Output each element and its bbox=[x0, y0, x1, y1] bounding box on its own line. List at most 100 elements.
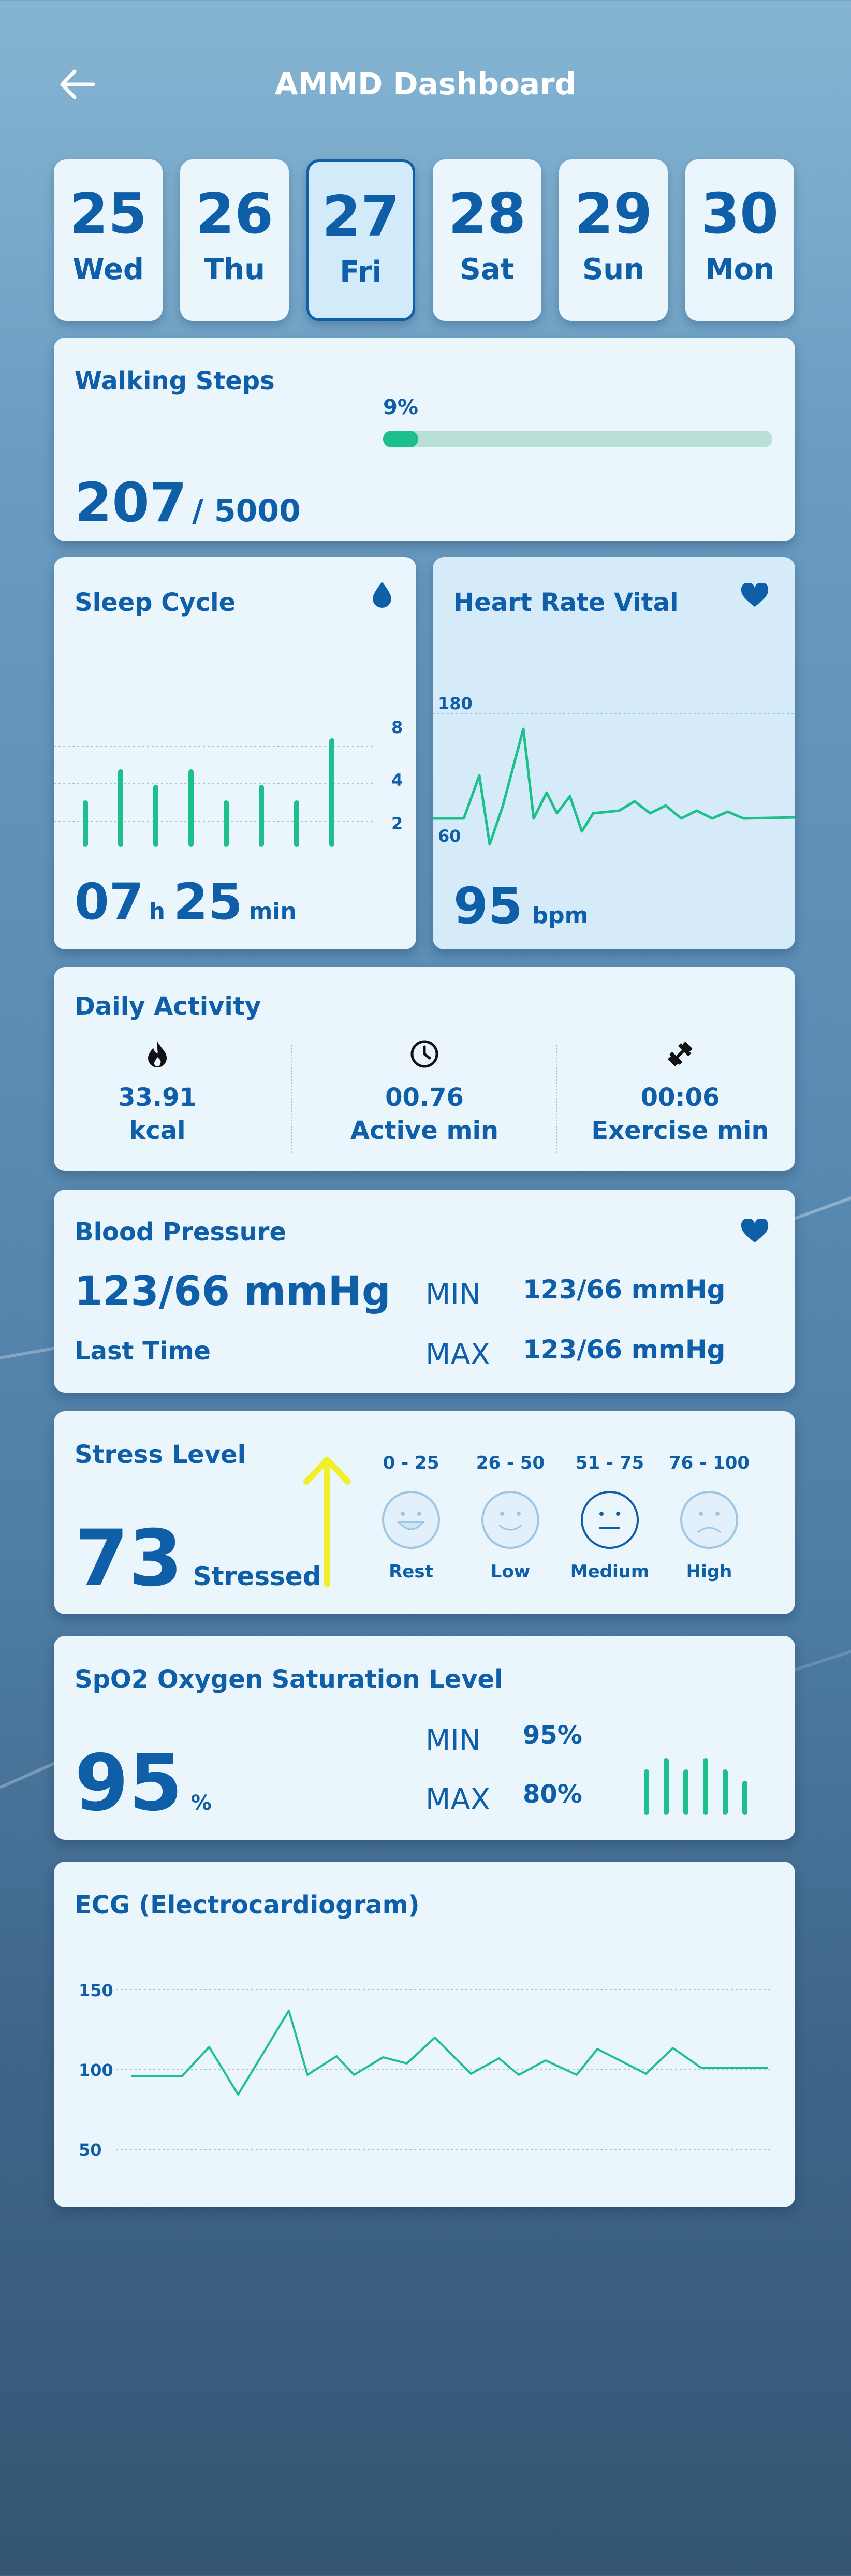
stress-level-label: High bbox=[686, 1561, 732, 1582]
ecg-title: ECG (Electrocardiogram) bbox=[75, 1891, 420, 1920]
heart-icon bbox=[741, 583, 769, 607]
spo2-title: SpO2 Oxygen Saturation Level bbox=[75, 1665, 503, 1694]
heart-icon bbox=[741, 1219, 769, 1242]
spo2-bar bbox=[742, 1781, 747, 1815]
bp-min-value: 123/66 mmHg bbox=[523, 1275, 726, 1305]
divider bbox=[291, 1045, 292, 1153]
day-number: 28 bbox=[448, 182, 526, 246]
day-name: Mon bbox=[705, 253, 775, 286]
sleep-bar bbox=[329, 738, 334, 847]
spo2-bar bbox=[664, 1758, 669, 1815]
app-header: AMMD Dashboard bbox=[0, 52, 851, 119]
stress-level-high: 76 - 100 High bbox=[663, 1453, 756, 1582]
bp-max-label: MAX bbox=[426, 1338, 490, 1371]
spo2-value: 95 bbox=[75, 1738, 183, 1828]
spo2-min-label: MIN bbox=[426, 1724, 481, 1758]
day-tab-mon[interactable]: 30 Mon bbox=[685, 159, 794, 321]
sleep-bar bbox=[259, 785, 264, 847]
day-tab-wed[interactable]: 25 Wed bbox=[54, 159, 163, 321]
day-number: 30 bbox=[700, 182, 779, 246]
day-tab-fri[interactable]: 27 Fri bbox=[306, 159, 415, 321]
divider bbox=[556, 1045, 557, 1153]
spo2-bar bbox=[683, 1769, 688, 1815]
kcal-label: kcal bbox=[129, 1116, 186, 1145]
sleep-minutes: 25 bbox=[173, 873, 243, 931]
bp-value: 123/66 mmHg bbox=[75, 1268, 391, 1315]
day-tab-sun[interactable]: 29 Sun bbox=[559, 159, 668, 321]
flame-icon bbox=[148, 1042, 167, 1067]
face-icon bbox=[581, 1491, 639, 1549]
day-tab-thu[interactable]: 26 Thu bbox=[180, 159, 289, 321]
sleep-bar bbox=[153, 785, 158, 847]
bp-last-time: Last Time bbox=[75, 1337, 211, 1366]
active-min-label: Active min bbox=[350, 1116, 499, 1145]
sleep-hours-unit: h bbox=[149, 898, 165, 925]
stress-level-card[interactable]: Stress Level 73 Stressed 0 - 25 Rest 26 - 5… bbox=[54, 1411, 795, 1614]
exercise-min-label: Exercise min bbox=[591, 1116, 769, 1145]
ecg-axis-100: 100 bbox=[79, 2060, 113, 2080]
bp-title: Blood Pressure bbox=[75, 1218, 287, 1247]
sleep-axis-4: 4 bbox=[391, 770, 403, 790]
face-icon bbox=[481, 1491, 539, 1549]
sleep-bar bbox=[83, 800, 88, 847]
steps-title: Walking Steps bbox=[75, 367, 275, 396]
sleep-bar bbox=[188, 769, 194, 847]
spo2-bar-chart bbox=[644, 1758, 747, 1815]
kcal-value: 33.91 bbox=[118, 1083, 197, 1112]
sleep-bar bbox=[118, 769, 123, 847]
stress-range: 0 - 25 bbox=[383, 1453, 439, 1473]
activity-exercise-min: 00:06 Exercise min bbox=[566, 1040, 794, 1145]
ecg-card[interactable]: ECG (Electrocardiogram) 150 100 50 bbox=[54, 1862, 795, 2207]
daily-activity-card[interactable]: Daily Activity 33.91 kcal 00.76 Active m… bbox=[54, 967, 795, 1171]
stress-level-label: Medium bbox=[570, 1561, 650, 1582]
bp-min-label: MIN bbox=[426, 1278, 481, 1311]
stress-range: 51 - 75 bbox=[575, 1453, 644, 1473]
sleep-axis-8: 8 bbox=[391, 718, 403, 737]
day-name: Thu bbox=[204, 253, 265, 286]
spo2-card[interactable]: SpO2 Oxygen Saturation Level 95% MIN 95%… bbox=[54, 1636, 795, 1840]
spo2-bar bbox=[703, 1758, 708, 1815]
ecg-axis-150: 150 bbox=[79, 1981, 113, 2000]
heart-axis-top: 180 bbox=[438, 694, 473, 713]
day-name: Sun bbox=[582, 253, 645, 286]
steps-progress-track bbox=[383, 431, 772, 447]
heart-title: Heart Rate Vital bbox=[453, 588, 679, 617]
spo2-max-label: MAX bbox=[426, 1783, 490, 1817]
sleep-bar bbox=[294, 800, 299, 847]
exercise-min-value: 00:06 bbox=[640, 1083, 720, 1112]
day-tab-sat[interactable]: 28 Sat bbox=[433, 159, 541, 321]
blood-pressure-card[interactable]: Blood Pressure 123/66 mmHg Last Time MIN… bbox=[54, 1190, 795, 1393]
spo2-unit: % bbox=[190, 1791, 212, 1815]
activity-title: Daily Activity bbox=[75, 992, 261, 1021]
spo2-max-value: 80% bbox=[523, 1780, 582, 1809]
day-name: Fri bbox=[340, 255, 382, 289]
stress-level-medium: 51 - 75 Medium bbox=[563, 1453, 656, 1582]
stress-range: 26 - 50 bbox=[476, 1453, 545, 1473]
sleep-title: Sleep Cycle bbox=[75, 588, 236, 617]
heart-unit: bpm bbox=[532, 902, 589, 929]
day-number: 29 bbox=[574, 182, 653, 246]
stress-range: 76 - 100 bbox=[668, 1453, 750, 1473]
day-number: 27 bbox=[321, 184, 400, 249]
sleep-cycle-card[interactable]: Sleep Cycle 8 4 2 07 h 25 min bbox=[54, 557, 416, 949]
spo2-bar bbox=[723, 1769, 728, 1815]
ecg-chart: 150 100 50 bbox=[79, 1981, 773, 2160]
day-number: 25 bbox=[69, 182, 148, 246]
day-name: Sat bbox=[460, 253, 515, 286]
spo2-min-value: 95% bbox=[523, 1721, 582, 1750]
heart-rate-card[interactable]: Heart Rate Vital 180 60 95 bpm bbox=[433, 557, 795, 949]
bp-max-value: 123/66 mmHg bbox=[523, 1335, 726, 1365]
heart-axis-bottom: 60 bbox=[438, 826, 461, 846]
sleep-chart: 8 4 2 bbox=[54, 718, 403, 847]
heart-value: 95 bbox=[453, 877, 523, 935]
day-name: Wed bbox=[72, 253, 144, 286]
steps-goal: / 5000 bbox=[192, 493, 301, 529]
sleep-axis-2: 2 bbox=[391, 814, 403, 833]
drop-icon bbox=[373, 582, 391, 608]
day-number: 26 bbox=[195, 182, 274, 246]
clock-icon bbox=[410, 1040, 438, 1068]
stress-level-label: Rest bbox=[389, 1561, 433, 1582]
sleep-hours: 07 bbox=[75, 873, 144, 931]
heart-rate-chart: 180 bbox=[433, 694, 795, 846]
walking-steps-card[interactable]: Walking Steps 9% 207/ 5000 bbox=[54, 338, 795, 541]
